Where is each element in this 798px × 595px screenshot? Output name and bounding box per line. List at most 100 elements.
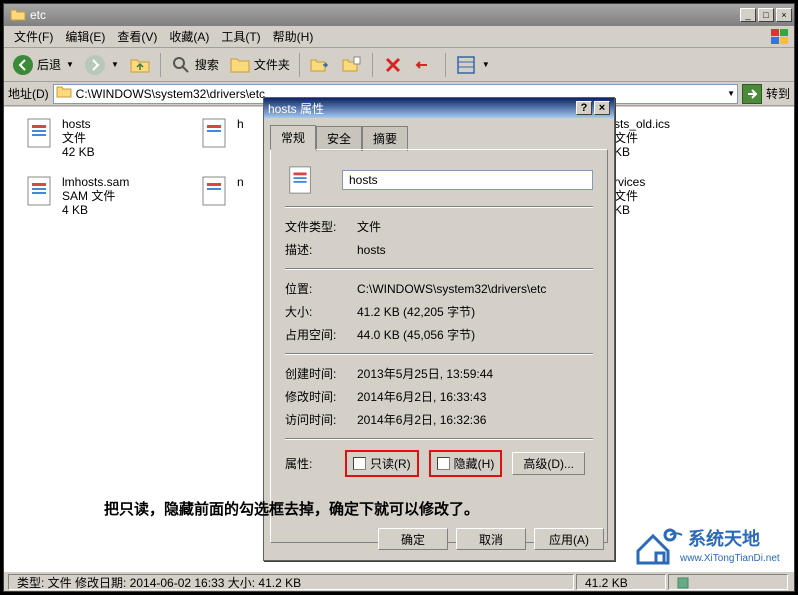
file-item[interactable]: hosts 文件 42 KB bbox=[24, 117, 95, 159]
ok-button[interactable]: 确定 bbox=[378, 528, 448, 550]
copy-to-icon bbox=[341, 54, 363, 76]
ondisk-label: 占用空间: bbox=[285, 326, 357, 343]
back-button[interactable]: 后退 ▼ bbox=[8, 51, 78, 79]
file-type: 文件 bbox=[614, 189, 645, 203]
undo-button[interactable] bbox=[410, 51, 440, 79]
menu-edit[interactable]: 编辑(E) bbox=[59, 26, 111, 47]
properties-dialog: hosts 属性 ? × 常规 安全 摘要 文件类型:文件 描述:hosts 位… bbox=[263, 97, 615, 561]
accessed-value: 2014年6月2日, 16:32:36 bbox=[357, 411, 593, 428]
file-item[interactable]: h bbox=[199, 117, 244, 149]
delete-button[interactable] bbox=[378, 51, 408, 79]
back-arrow-icon bbox=[12, 54, 34, 76]
views-button[interactable]: ▼ bbox=[451, 51, 494, 79]
go-button[interactable] bbox=[742, 84, 762, 104]
address-label: 地址(D) bbox=[8, 85, 49, 102]
file-size: KB bbox=[614, 203, 645, 217]
modified-label: 修改时间: bbox=[285, 388, 357, 405]
back-label: 后退 bbox=[37, 56, 61, 73]
folders-label: 文件夹 bbox=[254, 56, 290, 73]
delete-icon bbox=[382, 54, 404, 76]
dialog-title: hosts 属性 bbox=[268, 100, 574, 117]
tab-summary[interactable]: 摘要 bbox=[362, 126, 408, 151]
separator bbox=[299, 53, 300, 77]
file-size: 42 KB bbox=[62, 145, 95, 159]
file-type: 文件 bbox=[614, 131, 670, 145]
created-value: 2013年5月25日, 13:59:44 bbox=[357, 365, 593, 382]
tab-general[interactable]: 常规 bbox=[270, 125, 316, 150]
menu-file[interactable]: 文件(F) bbox=[8, 26, 59, 47]
file-icon bbox=[24, 117, 56, 149]
chevron-down-icon[interactable]: ▼ bbox=[727, 89, 735, 98]
move-to-button[interactable] bbox=[305, 51, 335, 79]
dialog-close-button[interactable]: × bbox=[594, 101, 610, 115]
menu-bar: 文件(F) 编辑(E) 查看(V) 收藏(A) 工具(T) 帮助(H) bbox=[4, 26, 794, 48]
svg-text:系统天地: 系统天地 bbox=[688, 528, 760, 549]
close-button[interactable]: × bbox=[776, 8, 792, 22]
separator bbox=[445, 53, 446, 77]
menu-help[interactable]: 帮助(H) bbox=[267, 26, 320, 47]
window-title: etc bbox=[30, 8, 740, 22]
file-item[interactable]: lmhosts.sam SAM 文件 4 KB bbox=[24, 175, 129, 217]
file-name: hosts bbox=[62, 117, 95, 131]
annotation-text: 把只读，隐藏前面的勾选框去掉，确定下就可以修改了。 bbox=[104, 498, 479, 519]
tab-security[interactable]: 安全 bbox=[316, 126, 362, 151]
file-name: sts_old.ics bbox=[614, 117, 670, 131]
up-button[interactable] bbox=[125, 51, 155, 79]
window-titlebar: etc _ □ × bbox=[4, 4, 794, 26]
svg-text:www.XiTongTianDi.net: www.XiTongTianDi.net bbox=[679, 553, 780, 564]
location-value: C:\WINDOWS\system32\drivers\etc bbox=[357, 282, 593, 296]
file-type: 文件 bbox=[62, 131, 95, 145]
status-left: 类型: 文件 修改日期: 2014-06-02 16:33 大小: 41.2 K… bbox=[8, 574, 574, 590]
filename-input[interactable] bbox=[342, 170, 593, 190]
forward-button[interactable]: ▼ bbox=[80, 51, 123, 79]
folder-icon bbox=[10, 7, 26, 23]
tab-strip: 常规 安全 摘要 bbox=[264, 124, 614, 149]
apply-button[interactable]: 应用(A) bbox=[534, 528, 604, 550]
folders-button[interactable]: 文件夹 bbox=[225, 51, 294, 79]
chevron-down-icon: ▼ bbox=[111, 60, 119, 69]
menu-favorites[interactable]: 收藏(A) bbox=[163, 26, 215, 47]
move-to-icon bbox=[309, 54, 331, 76]
file-name: h bbox=[237, 117, 244, 131]
file-name: rvices bbox=[614, 175, 645, 189]
file-item[interactable]: rvices 文件 KB bbox=[614, 175, 645, 217]
description-label: 描述: bbox=[285, 241, 357, 258]
filetype-label: 文件类型: bbox=[285, 218, 357, 235]
hidden-checkbox-group[interactable]: 隐藏(H) bbox=[429, 450, 503, 477]
readonly-label: 只读(R) bbox=[370, 455, 411, 472]
status-zone bbox=[668, 574, 788, 590]
minimize-button[interactable]: _ bbox=[740, 8, 756, 22]
menu-view[interactable]: 查看(V) bbox=[111, 26, 163, 47]
toolbar: 后退 ▼ ▼ 搜索 文件夹 ▼ bbox=[4, 48, 794, 82]
go-label: 转到 bbox=[766, 85, 790, 102]
search-icon bbox=[170, 54, 192, 76]
menu-tools[interactable]: 工具(T) bbox=[215, 26, 266, 47]
advanced-button[interactable]: 高级(D)... bbox=[512, 452, 585, 475]
hidden-checkbox[interactable] bbox=[437, 457, 450, 470]
file-type: SAM 文件 bbox=[62, 189, 129, 203]
file-icon bbox=[199, 175, 231, 207]
readonly-checkbox-group[interactable]: 只读(R) bbox=[345, 450, 419, 477]
file-item[interactable]: n bbox=[199, 175, 244, 207]
file-icon bbox=[199, 117, 231, 149]
views-icon bbox=[455, 54, 477, 76]
search-button[interactable]: 搜索 bbox=[166, 51, 223, 79]
help-button[interactable]: ? bbox=[576, 101, 592, 115]
status-bar: 类型: 文件 修改日期: 2014-06-02 16:33 大小: 41.2 K… bbox=[4, 571, 794, 591]
file-name: lmhosts.sam bbox=[62, 175, 129, 189]
undo-icon bbox=[414, 54, 436, 76]
location-label: 位置: bbox=[285, 280, 357, 297]
attributes-label: 属性: bbox=[285, 455, 335, 472]
cancel-button[interactable]: 取消 bbox=[456, 528, 526, 550]
size-value: 41.2 KB (42,205 字节) bbox=[357, 303, 593, 320]
copy-to-button[interactable] bbox=[337, 51, 367, 79]
readonly-checkbox[interactable] bbox=[353, 457, 366, 470]
file-item[interactable]: sts_old.ics 文件 KB bbox=[614, 117, 670, 159]
maximize-button[interactable]: □ bbox=[758, 8, 774, 22]
file-icon bbox=[24, 175, 56, 207]
folder-up-icon bbox=[129, 54, 151, 76]
windows-logo-icon bbox=[770, 28, 790, 46]
divider bbox=[285, 353, 593, 355]
folders-icon bbox=[229, 54, 251, 76]
chevron-down-icon: ▼ bbox=[482, 60, 490, 69]
